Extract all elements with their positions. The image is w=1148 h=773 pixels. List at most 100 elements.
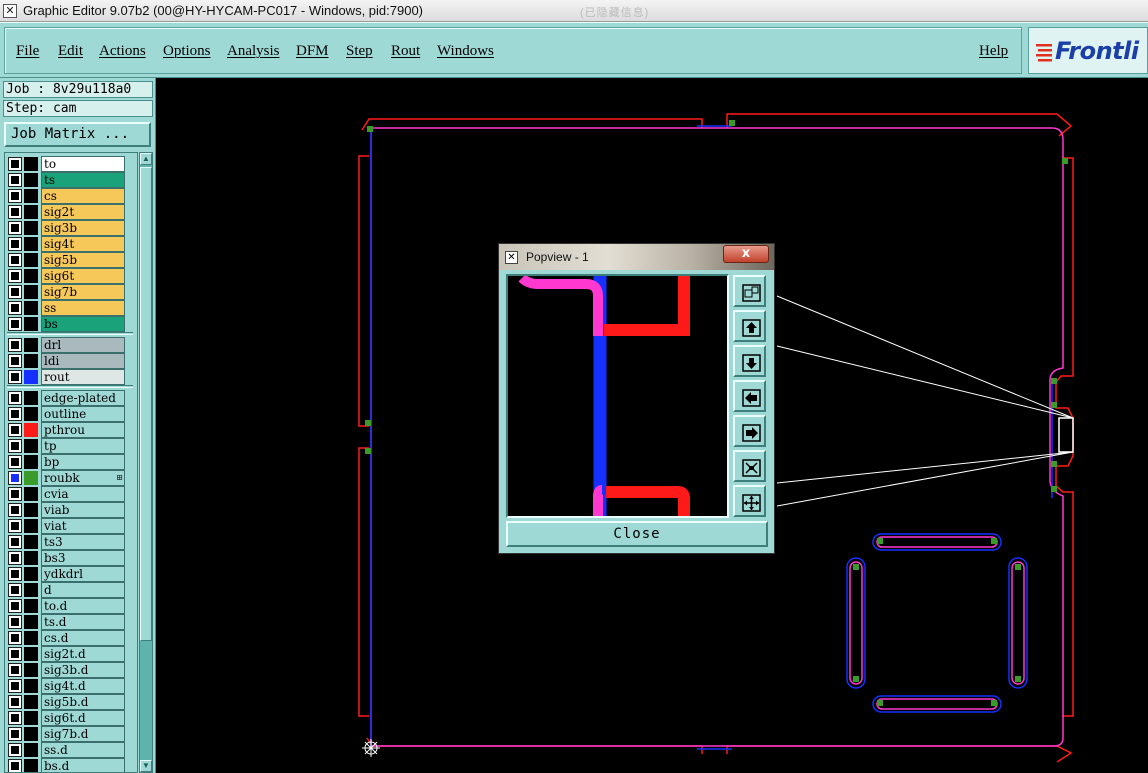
layer-color-swatch[interactable] (24, 354, 38, 368)
layer-name[interactable]: sig4t (41, 236, 125, 252)
menu-edit[interactable]: Edit (58, 43, 83, 60)
layer-color-swatch[interactable] (24, 487, 38, 501)
layer-checkbox-icon[interactable] (9, 488, 21, 500)
layer-name[interactable]: sig7b (41, 284, 125, 300)
layer-color-swatch[interactable] (24, 269, 38, 283)
layer-row-sig2t.d[interactable]: sig2t.d (7, 646, 127, 662)
layer-row-sig5b.d[interactable]: sig5b.d (7, 694, 127, 710)
layer-row-sig7b[interactable]: sig7b (7, 284, 127, 300)
layer-color-swatch[interactable] (24, 338, 38, 352)
layer-checkbox-icon[interactable] (9, 318, 21, 330)
layer-row-pthrou[interactable]: pthrou (7, 422, 127, 438)
layer-color-swatch[interactable] (24, 370, 38, 384)
layer-color-swatch[interactable] (24, 535, 38, 549)
popview-close-icon[interactable]: x (723, 245, 769, 263)
layer-checkbox-icon[interactable] (9, 696, 21, 708)
layer-name[interactable]: sig6t (41, 268, 125, 284)
layer-name[interactable]: tp (41, 438, 125, 454)
layer-scrollbar[interactable]: ▲ ▼ (139, 152, 153, 773)
layer-name[interactable]: viab (41, 502, 125, 518)
layer-color-swatch[interactable] (24, 567, 38, 581)
popview-tool-button[interactable] (733, 345, 766, 377)
layer-row-sig3b.d[interactable]: sig3b.d (7, 662, 127, 678)
layer-checkbox-icon[interactable] (9, 504, 21, 516)
layer-color-swatch[interactable] (24, 455, 38, 469)
layer-name[interactable]: ts3 (41, 534, 125, 550)
layer-color-swatch[interactable] (24, 615, 38, 629)
layer-name[interactable]: d (41, 582, 125, 598)
layer-name[interactable]: ts (41, 172, 125, 188)
layer-color-swatch[interactable] (24, 253, 38, 267)
layer-checkbox-icon[interactable] (9, 552, 21, 564)
layer-color-swatch[interactable] (24, 391, 38, 405)
layer-name[interactable]: sig5b.d (41, 694, 125, 710)
layer-checkbox-icon[interactable] (9, 254, 21, 266)
layer-color-swatch[interactable] (24, 647, 38, 661)
layer-checkbox-icon[interactable] (9, 222, 21, 234)
layer-color-swatch[interactable] (24, 237, 38, 251)
layer-checkbox-icon[interactable] (9, 472, 21, 484)
layer-row-viat[interactable]: viat (7, 518, 127, 534)
layer-checkbox-icon[interactable] (9, 408, 21, 420)
layer-checkbox-icon[interactable] (9, 392, 21, 404)
layer-checkbox-icon[interactable] (9, 728, 21, 740)
layer-color-swatch[interactable] (24, 759, 38, 772)
layer-row-bs3[interactable]: bs3 (7, 550, 127, 566)
popview-tool-button[interactable] (733, 310, 766, 342)
layer-name[interactable]: ss.d (41, 742, 125, 758)
popview-tool-button[interactable] (733, 450, 766, 482)
layer-row-outline[interactable]: outline (7, 406, 127, 422)
layer-color-swatch[interactable] (24, 173, 38, 187)
layer-name[interactable]: sig3b (41, 220, 125, 236)
layer-color-swatch[interactable] (24, 551, 38, 565)
layer-checkbox-icon[interactable] (9, 238, 21, 250)
menu-rout[interactable]: Rout (391, 43, 420, 60)
layer-name[interactable]: to.d (41, 598, 125, 614)
layer-row-sig3b[interactable]: sig3b (7, 220, 127, 236)
layer-name[interactable]: drl (41, 337, 125, 353)
layer-color-swatch[interactable] (24, 205, 38, 219)
layer-name[interactable]: cvia (41, 486, 125, 502)
layer-name[interactable]: sig4t.d (41, 678, 125, 694)
layer-checkbox-icon[interactable] (9, 632, 21, 644)
layer-checkbox-icon[interactable] (9, 174, 21, 186)
layer-color-swatch[interactable] (24, 711, 38, 725)
layer-name[interactable]: pthrou (41, 422, 125, 438)
layer-color-swatch[interactable] (24, 301, 38, 315)
layer-name[interactable]: sig3b.d (41, 662, 125, 678)
layer-color-swatch[interactable] (24, 743, 38, 757)
layer-row-ts3[interactable]: ts3 (7, 534, 127, 550)
menu-windows[interactable]: Windows (437, 43, 494, 60)
layer-name[interactable]: sig2t.d (41, 646, 125, 662)
layer-row-to[interactable]: to (7, 156, 127, 172)
layer-color-swatch[interactable] (24, 519, 38, 533)
layer-color-swatch[interactable] (24, 471, 38, 485)
layer-row-roubk[interactable]: roubk ⊞ (7, 470, 127, 486)
layer-checkbox-icon[interactable] (9, 648, 21, 660)
layer-name[interactable]: roubk ⊞ (41, 470, 125, 486)
layer-color-swatch[interactable] (24, 631, 38, 645)
layer-row-sig5b[interactable]: sig5b (7, 252, 127, 268)
layer-checkbox-icon[interactable] (9, 744, 21, 756)
layer-row-sig6t.d[interactable]: sig6t.d (7, 710, 127, 726)
layer-checkbox-icon[interactable] (9, 206, 21, 218)
layer-checkbox-icon[interactable] (9, 456, 21, 468)
layer-name[interactable]: sig7b.d (41, 726, 125, 742)
popview-title-bar[interactable]: ✕ Popview - 1 x (499, 244, 774, 270)
layer-row-tp[interactable]: tp (7, 438, 127, 454)
popview-tool-button[interactable] (733, 415, 766, 447)
layer-name[interactable]: edge-plated (41, 390, 125, 406)
popview-tool-button[interactable] (733, 380, 766, 412)
layer-color-swatch[interactable] (24, 727, 38, 741)
job-matrix-button[interactable]: Job Matrix ... (4, 122, 151, 147)
layer-row-edge-plated[interactable]: edge-plated (7, 390, 127, 406)
layer-name[interactable]: to (41, 156, 125, 172)
layer-name[interactable]: bs3 (41, 550, 125, 566)
layer-name[interactable]: ss (41, 300, 125, 316)
layer-name[interactable]: outline (41, 406, 125, 422)
layer-row-cs.d[interactable]: cs.d (7, 630, 127, 646)
layer-row-to.d[interactable]: to.d (7, 598, 127, 614)
layer-row-cvia[interactable]: cvia (7, 486, 127, 502)
layer-checkbox-icon[interactable] (9, 190, 21, 202)
layer-color-swatch[interactable] (24, 285, 38, 299)
